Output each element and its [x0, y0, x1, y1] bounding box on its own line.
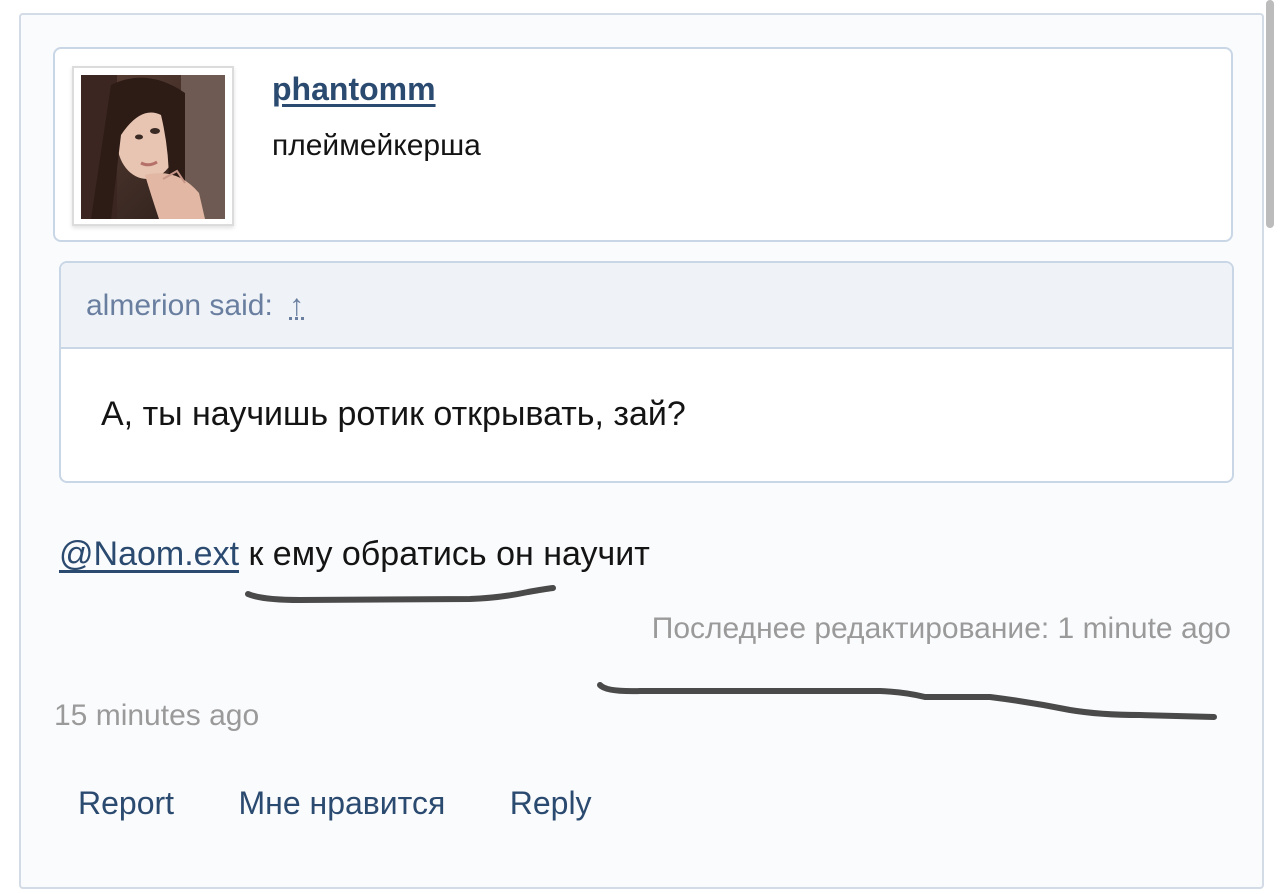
last-edited-note: Последнее редактирование: 1 minute ago [651, 612, 1231, 645]
quote-text: А, ты научишь ротик открывать, зай? [101, 395, 686, 433]
message-body: @Naom.ext к ему обратись он научит [59, 535, 650, 574]
post-timestamp[interactable]: 15 minutes ago [54, 699, 259, 733]
author-username[interactable]: phantomm [272, 71, 436, 108]
like-button[interactable]: Мне нравится [239, 785, 446, 821]
post-actions: Report Мне нравится Reply [78, 785, 652, 822]
scrollbar-thumb[interactable] [1266, 0, 1274, 228]
avatar-photo [81, 75, 225, 219]
quote-block: almerion said: ↑ А, ты научишь ротик отк… [59, 261, 1234, 483]
message-post: phantomm плеймейкерша almerion said: ↑ А… [19, 13, 1264, 889]
report-button[interactable]: Report [78, 785, 174, 821]
message-text: к ему обратись он научит [239, 535, 650, 573]
reply-button[interactable]: Reply [510, 785, 592, 821]
author-user-title: плеймейкерша [272, 129, 481, 162]
quote-said-label: said: [209, 289, 273, 322]
quote-header: almerion said: ↑ [61, 263, 1232, 349]
jump-to-quote-icon[interactable]: ↑ [289, 289, 304, 323]
user-mention-link[interactable]: @Naom.ext [59, 535, 239, 573]
author-card: phantomm плеймейкерша [53, 47, 1233, 242]
quote-author: almerion [86, 289, 202, 322]
avatar[interactable] [72, 66, 234, 226]
